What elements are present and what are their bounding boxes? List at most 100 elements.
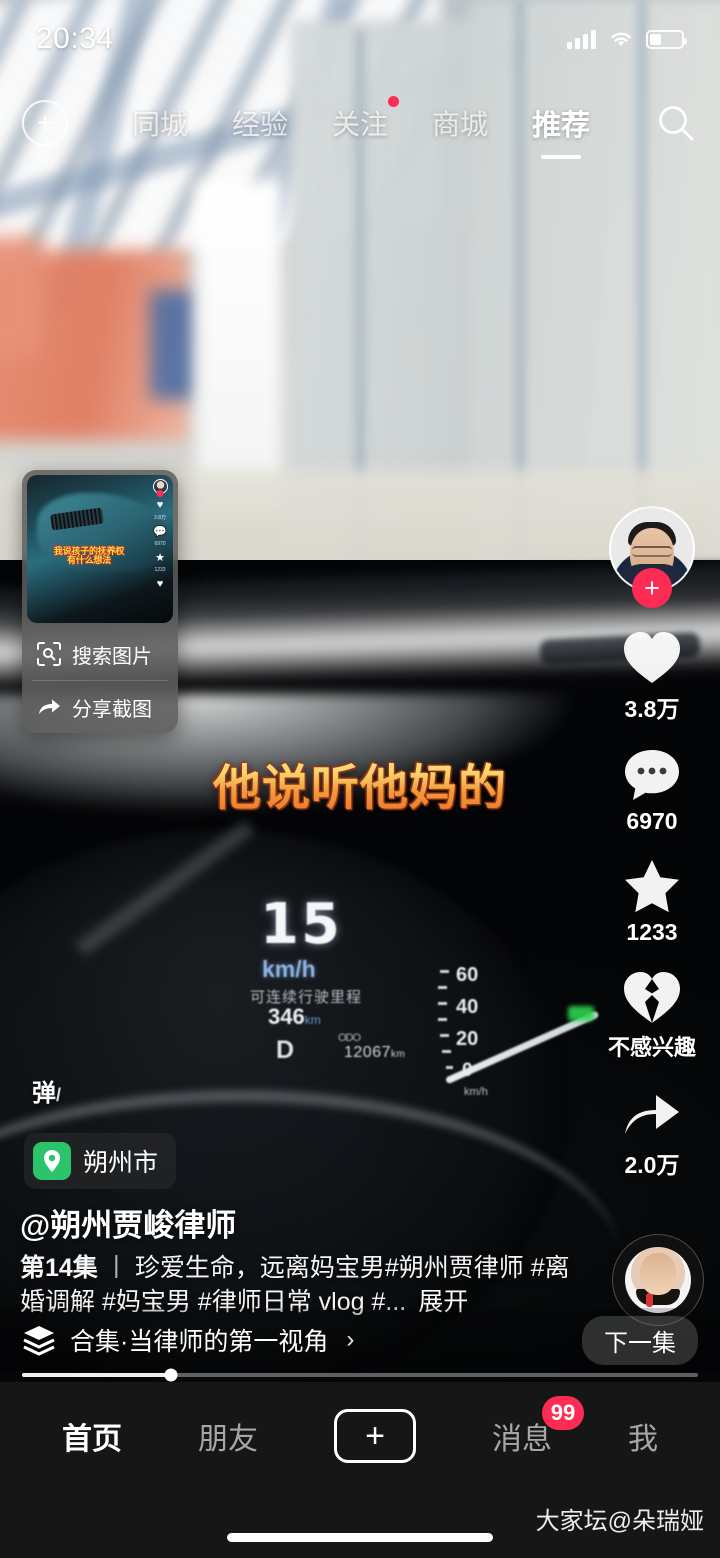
status-time: 20:34 [36,22,114,55]
avatar-glasses [632,546,672,557]
video-bg-doorway [196,180,282,510]
progress-knob[interactable] [164,1368,178,1382]
comment-icon[interactable] [620,744,684,806]
thumbnail-subtitle-line2: 有什么想法 [66,555,111,566]
heart-icon[interactable] [620,626,684,688]
tab-jingyan[interactable]: 经验 [230,99,290,147]
gear-indicator: D [276,1036,295,1064]
bottom-nav-messages[interactable]: 消息 99 [492,1396,584,1458]
share-count: 2.0万 [624,1152,680,1178]
speed-value: 15 [260,892,342,957]
thumbnail-comment-count: 6970 [154,541,166,547]
gauge-minor-tick [438,1018,447,1021]
bottom-navigation-bar: 首页 朋友 + 消息 99 我 大家坛@朵瑞娅 [0,1382,720,1558]
chevron-right-icon: › [346,1326,355,1353]
gauge-minor-tick [440,1034,449,1037]
thumbnail-broken-heart-icon: ♥ [156,578,164,590]
next-episode-button[interactable]: 下一集 [582,1315,698,1365]
stack-layers-icon [23,1326,55,1356]
favorite-count: 1233 [626,919,678,945]
disc-avatar-face [640,1253,676,1295]
like-action[interactable]: 3.8万 [620,626,684,724]
not-interested-action[interactable]: 不感兴趣 [608,966,696,1062]
broken-heart-icon[interactable] [620,966,684,1028]
collection-bar[interactable]: 合集·当律师的第一视角 › 下一集 [0,1308,720,1372]
status-bar: 20:34 [0,0,720,78]
comment-action[interactable]: 6970 [620,744,684,835]
favorite-action[interactable]: 1233 [620,855,684,946]
tab-label: 同城 [131,109,188,140]
tab-tuijian[interactable]: 推荐 [530,98,592,159]
action-rail: + 3.8万 6970 1233 不感兴趣 2.0万 [600,506,704,1200]
tab-label: 推荐 [532,110,591,142]
screenshot-preview-popup[interactable]: 我说孩子的抚养权 有什么想法 ♥ 3.8万 💬 6970 ★ 1233 ♥ 搜索… [22,470,178,733]
share-screenshot-menu-item[interactable]: 分享截图 [22,681,178,733]
top-navigation-bar: + 同城 经验 关注 商城 推荐 [0,90,720,159]
bottom-nav-profile[interactable]: 我 [628,1414,658,1458]
message-badge: 99 [542,1396,584,1430]
gauge-minor-tick [438,986,447,989]
danmaku-slash-icon: / [56,1085,62,1105]
odometer-icon: ODO [338,1032,361,1044]
screenshot-thumbnail[interactable]: 我说孩子的抚养权 有什么想法 ♥ 3.8万 💬 6970 ★ 1233 ♥ [27,475,173,623]
video-progress-bar[interactable] [0,1368,720,1382]
author-handle[interactable]: @朔州贾峻律师 [20,1200,236,1245]
gauge-tick-60: 60 [456,964,479,986]
tab-label: 关注 [331,109,388,140]
feed-tabs: 同城 经验 关注 商城 推荐 [68,96,654,159]
caption-divider: 丨 [103,1254,129,1282]
gauge-minor-tick [442,1050,451,1053]
share-arrow-icon[interactable] [620,1082,684,1144]
odometer-unit: km [391,1049,406,1060]
gauge-unit: km/h [464,1086,488,1098]
not-interested-label: 不感兴趣 [607,1035,696,1060]
odometer-number: 12067 [344,1044,391,1061]
map-pin-icon [33,1142,71,1180]
disc-avatar-accent [645,1293,653,1307]
author-avatar-wrap[interactable]: + [609,506,695,608]
tab-shangcheng[interactable]: 商城 [430,99,490,147]
gauge-minor-tick [446,1066,453,1069]
active-tab-underline [541,155,582,159]
danmaku-toggle[interactable]: 弹/ [32,1073,61,1108]
gauge-tick-40: 40 [456,996,479,1018]
thumbnail-avatar [152,479,168,494]
share-screenshot-label: 分享截图 [72,698,152,721]
image-search-icon [37,642,61,666]
bottom-nav-friends[interactable]: 朋友 [198,1414,258,1458]
bottom-nav-create-button[interactable]: + [334,1409,416,1463]
bottom-nav-label: 首页 [62,1423,122,1456]
share-action[interactable]: 2.0万 [620,1082,684,1180]
tab-label: 商城 [432,109,489,140]
video-bg-orange-panel [0,236,40,356]
range-value: 346km [268,1004,321,1030]
thumbnail-action-rail: ♥ 3.8万 💬 6970 ★ 1233 ♥ [150,479,170,590]
thumbnail-heart-icon: ♥ [156,499,164,511]
bottom-nav-label: 朋友 [198,1423,258,1456]
star-icon[interactable] [620,855,684,917]
location-badge[interactable]: 朔州市 [24,1133,177,1189]
speed-unit: km/h [262,956,316,982]
gauge-tick-20: 20 [456,1028,479,1050]
thumbnail-star-count: 1233 [154,567,166,573]
bottom-nav-label: 消息 [492,1423,552,1456]
thumbnail-comment-icon: 💬 [153,526,167,538]
like-count: 3.8万 [624,696,680,722]
follow-button[interactable]: + [632,568,672,608]
plus-circle-icon[interactable]: + [22,100,68,146]
collection-left[interactable]: 合集·当律师的第一视角 › [22,1322,582,1358]
share-arrow-icon [39,699,60,714]
search-icon[interactable] [654,101,698,145]
search-image-menu-item[interactable]: 搜索图片 [22,628,178,680]
thumbnail-like-count: 3.8万 [154,515,166,521]
app-root: 15 km/h 可连续行驶里程 346km D ODO 12067km 60 4… [0,0,720,1558]
thumbnail-star-icon: ★ [155,552,165,564]
progress-track[interactable] [22,1368,698,1382]
bottom-nav-home[interactable]: 首页 [62,1414,122,1458]
video-bg-blue-sign [150,290,196,400]
forum-watermark: 大家坛@朵瑞娅 [535,1508,704,1535]
tab-tongcheng[interactable]: 同城 [130,99,190,147]
home-indicator [227,1533,493,1542]
tab-guanzhu[interactable]: 关注 [330,96,399,147]
wifi-icon [611,32,631,47]
